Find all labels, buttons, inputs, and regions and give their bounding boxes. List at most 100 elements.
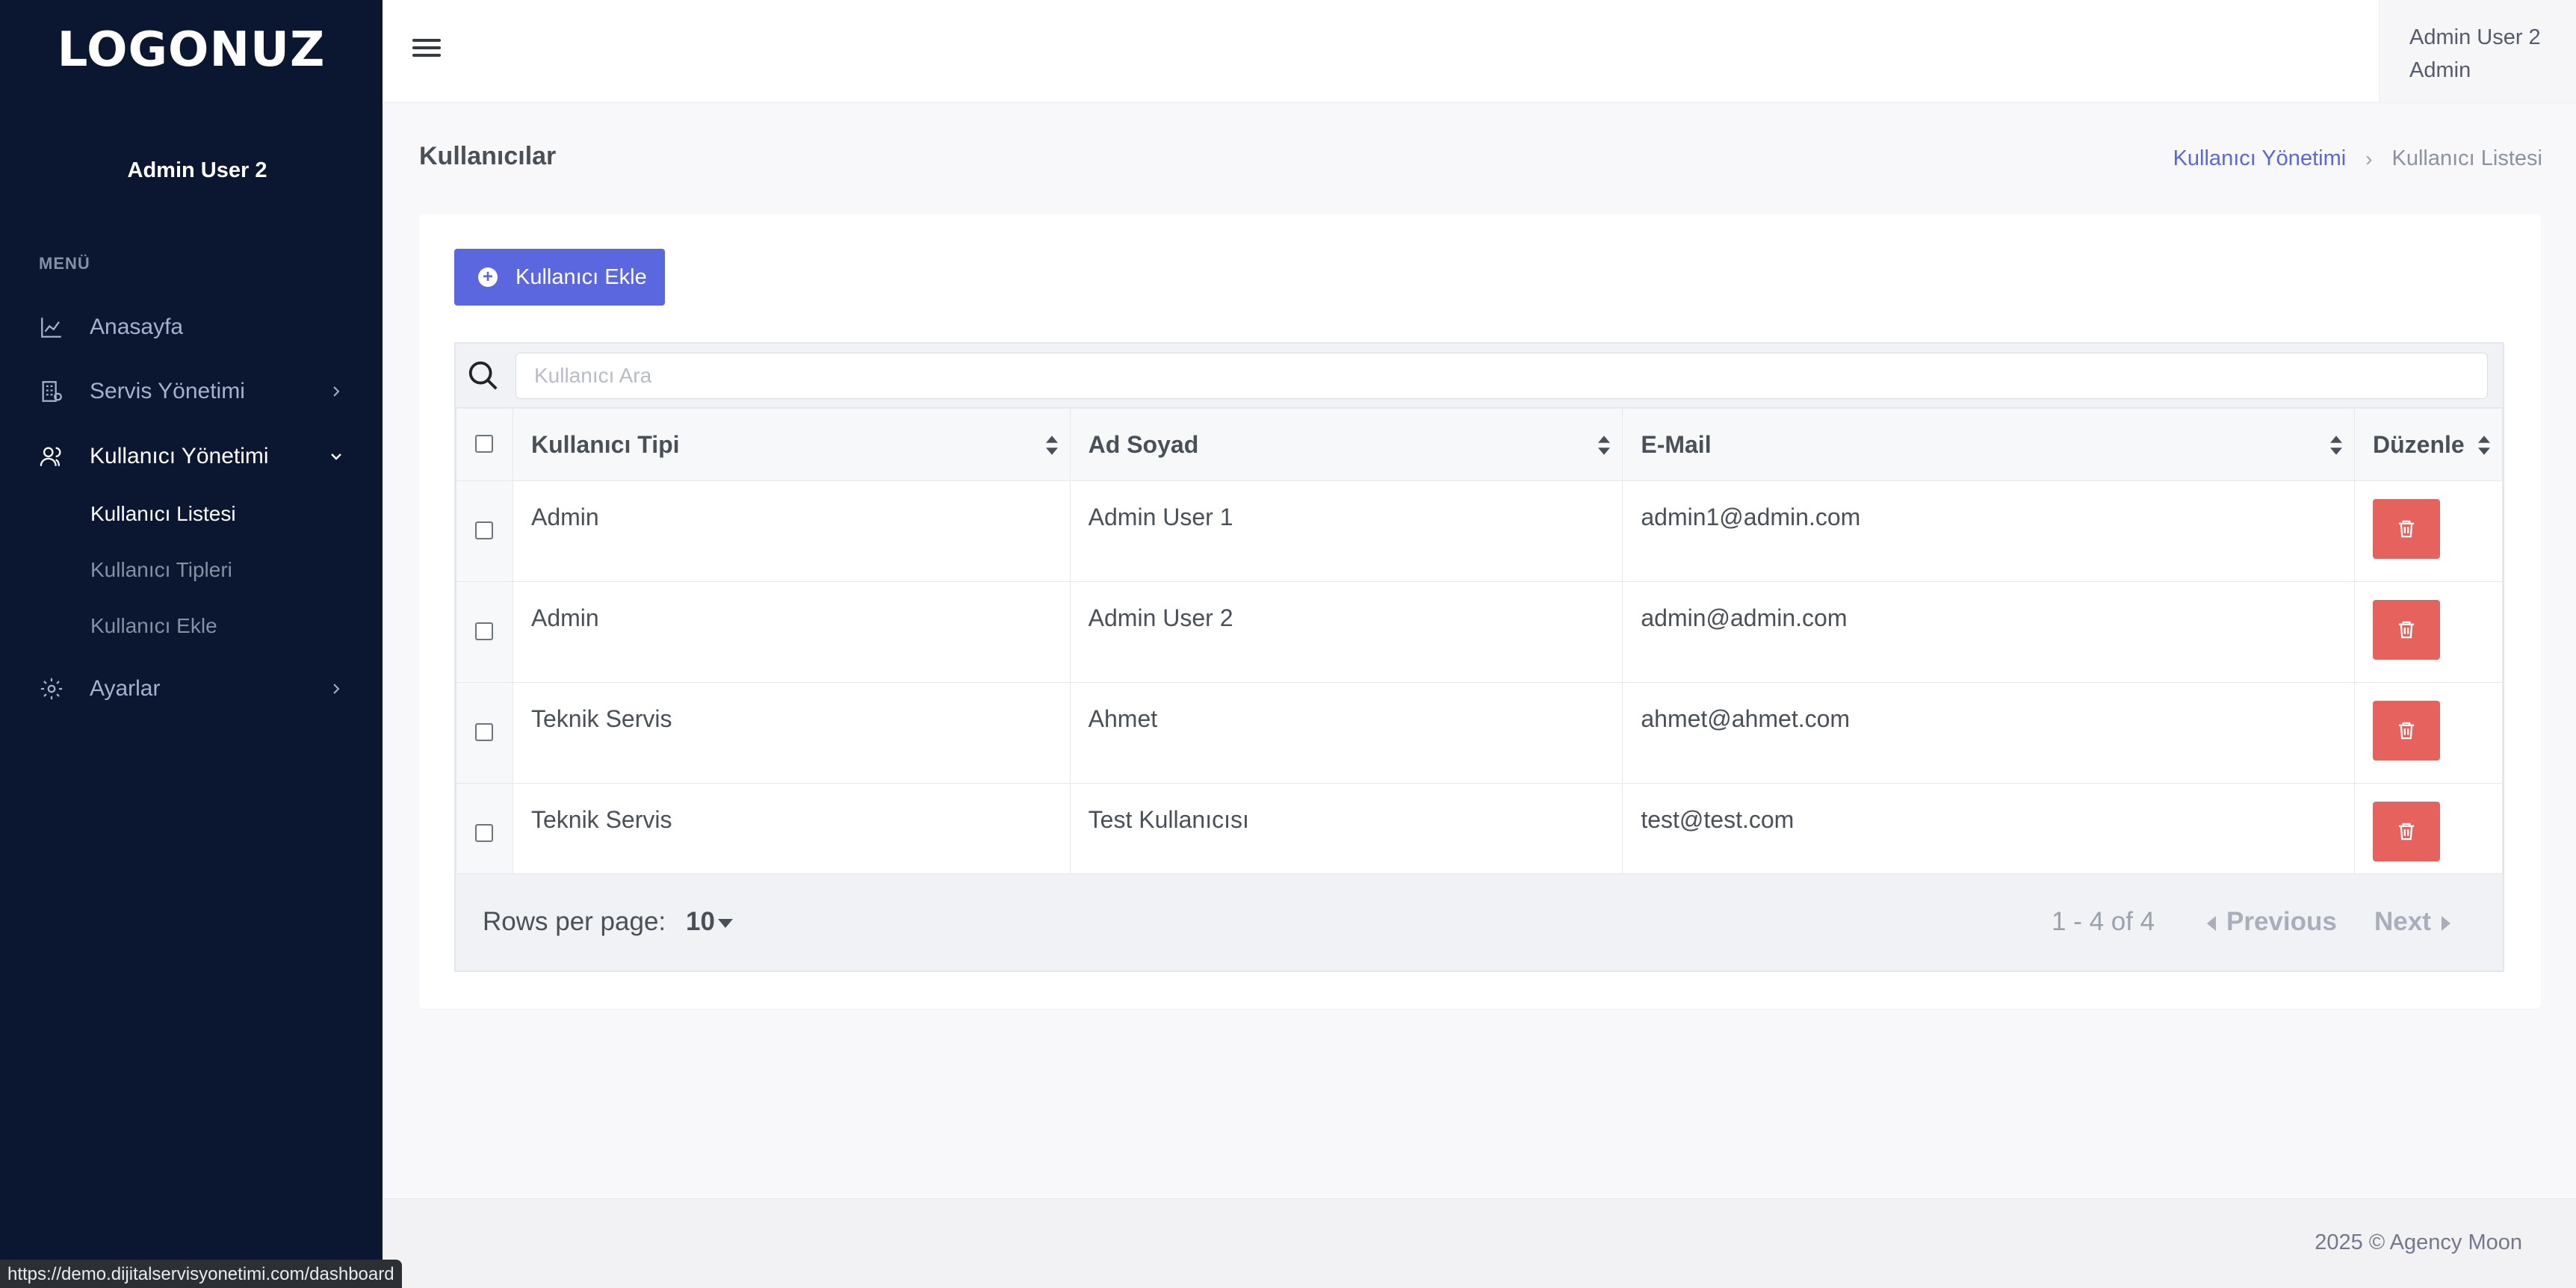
rows-per-page-select[interactable]: 10 xyxy=(686,907,733,937)
menu-title: MENÜ xyxy=(39,254,90,273)
row-checkbox[interactable] xyxy=(475,722,494,741)
next-label: Next xyxy=(2374,907,2431,936)
table-row: Teknik Servis Ahmet ahmet@ahmet.com xyxy=(456,682,2504,784)
user-menu[interactable]: Admin User 2 Admin xyxy=(2379,0,2576,102)
footer-text: 2025 © Agency Moon xyxy=(2315,1230,2522,1254)
sidebar-item-ayarlar[interactable]: Ayarlar xyxy=(39,666,345,711)
gear-icon xyxy=(39,676,64,702)
row-checkbox[interactable] xyxy=(475,521,494,539)
cell-email: admin1@admin.com xyxy=(1622,480,2355,582)
trash-icon xyxy=(2398,520,2415,538)
rows-per-page-value: 10 xyxy=(686,907,715,936)
cell-type: Teknik Servis xyxy=(512,682,1071,784)
users-card: + Kullanıcı Ekle Kullanıcı Tipi Ad Soyad xyxy=(419,214,2541,1009)
caret-left-icon xyxy=(2207,915,2216,931)
caret-down-icon xyxy=(717,918,733,928)
table-row: Teknik Servis Test Kullanıcısı test@test… xyxy=(456,783,2504,885)
caret-right-icon xyxy=(2441,915,2450,931)
sort-icon[interactable] xyxy=(1598,436,1611,455)
row-checkbox[interactable] xyxy=(475,622,494,640)
select-all-cell xyxy=(456,408,513,481)
rows-per-page-label: Rows per page: xyxy=(483,907,666,936)
search-input[interactable] xyxy=(515,353,2488,399)
column-header-label: Düzenle xyxy=(2372,430,2465,458)
trash-icon xyxy=(2398,722,2415,740)
select-all-checkbox[interactable] xyxy=(475,434,494,453)
cell-actions xyxy=(2353,682,2504,784)
chevron-right-icon xyxy=(333,386,340,397)
sort-icon[interactable] xyxy=(1045,436,1058,455)
users-data-table: Kullanıcı Tipi Ad Soyad E-Mail Düzenle A… xyxy=(456,408,2504,885)
footer: 2025 © Agency Moon xyxy=(383,1198,2576,1288)
row-select-cell xyxy=(456,581,513,683)
sidebar-item-kullanici-yonetimi[interactable]: Kullanıcı Yönetimi xyxy=(39,434,345,479)
cell-type: Admin xyxy=(512,480,1071,582)
add-user-button[interactable]: + Kullanıcı Ekle xyxy=(454,249,665,306)
cell-type: Admin xyxy=(512,581,1071,683)
trash-icon xyxy=(2398,621,2415,639)
table-header-row: Kullanıcı Tipi Ad Soyad E-Mail Düzenle xyxy=(456,408,2504,481)
column-header-type[interactable]: Kullanıcı Tipi xyxy=(512,408,1071,481)
row-select-cell xyxy=(456,480,513,582)
users-table: Kullanıcı Tipi Ad Soyad E-Mail Düzenle xyxy=(454,342,2504,972)
building-icon xyxy=(39,379,64,404)
column-header-email[interactable]: E-Mail xyxy=(1622,408,2355,481)
previous-page-button[interactable]: Previous xyxy=(2207,907,2337,937)
delete-button[interactable] xyxy=(2372,600,2440,660)
sidebar-item-servis-yonetimi[interactable]: Servis Yönetimi xyxy=(39,369,345,414)
next-page-button[interactable]: Next xyxy=(2374,907,2450,937)
row-select-cell xyxy=(456,682,513,784)
chevron-right-icon xyxy=(333,684,340,694)
sidebar-item-label: Anasayfa xyxy=(90,315,184,339)
plus-circle-icon: + xyxy=(478,267,498,287)
add-user-label: Kullanıcı Ekle xyxy=(515,264,647,289)
cell-actions xyxy=(2353,480,2504,582)
column-header-label: E-Mail xyxy=(1641,430,1712,458)
logo[interactable]: LOGONUZ xyxy=(0,22,383,78)
hamburger-menu-icon[interactable] xyxy=(412,34,445,64)
row-checkbox[interactable] xyxy=(475,823,494,842)
delete-button[interactable] xyxy=(2372,802,2440,861)
cell-name: Admin User 2 xyxy=(1069,581,1623,683)
users-icon xyxy=(39,444,64,469)
sidebar-subitem-kullanici-ekle[interactable]: Kullanıcı Ekle xyxy=(90,614,217,638)
cell-actions xyxy=(2353,783,2504,885)
pagination-range: 1 - 4 of 4 xyxy=(2052,907,2155,936)
sidebar-item-label: Kullanıcı Yönetimi xyxy=(90,444,269,468)
sidebar-item-label: Servis Yönetimi xyxy=(90,379,245,403)
breadcrumb-current: Kullanıcı Listesi xyxy=(2391,146,2543,170)
cell-email: admin@admin.com xyxy=(1622,581,2355,683)
sidebar-user-name: Admin User 2 xyxy=(127,158,267,182)
delete-button[interactable] xyxy=(2372,701,2440,761)
sidebar-subitem-kullanici-tipleri[interactable]: Kullanıcı Tipleri xyxy=(90,558,232,582)
sidebar-item-label: Ayarlar xyxy=(90,676,161,701)
pagination-bar: Rows per page: 10 1 - 4 of 4 Previous Ne… xyxy=(456,873,2503,970)
delete-button[interactable] xyxy=(2372,499,2440,559)
cell-actions xyxy=(2353,581,2504,683)
status-bar-url: https://demo.dijitalservisyonetimi.com/d… xyxy=(0,1260,402,1288)
top-user-name: Admin User 2 xyxy=(2409,25,2541,49)
column-header-edit[interactable]: Düzenle xyxy=(2353,408,2504,481)
sort-icon[interactable] xyxy=(2478,436,2490,455)
sidebar-subitem-kullanici-listesi[interactable]: Kullanıcı Listesi xyxy=(90,502,236,526)
cell-email: ahmet@ahmet.com xyxy=(1622,682,2355,784)
chart-line-icon xyxy=(39,315,64,340)
breadcrumb: Kullanıcı Yönetimi › Kullanıcı Listesi xyxy=(2173,146,2542,171)
table-row: Admin Admin User 1 admin1@admin.com xyxy=(456,480,2504,582)
breadcrumb-separator-icon: › xyxy=(2365,146,2373,170)
sidebar-item-anasayfa[interactable]: Anasayfa xyxy=(39,305,345,350)
topbar: Admin User 2 Admin xyxy=(383,0,2576,102)
page-title: Kullanıcılar xyxy=(419,142,557,170)
sort-icon[interactable] xyxy=(2329,436,2342,455)
breadcrumb-parent-link[interactable]: Kullanıcı Yönetimi xyxy=(2173,146,2347,171)
column-header-name[interactable]: Ad Soyad xyxy=(1069,408,1623,481)
column-header-label: Ad Soyad xyxy=(1088,430,1199,458)
column-header-label: Kullanıcı Tipi xyxy=(530,430,680,458)
cell-email: test@test.com xyxy=(1622,783,2355,885)
cell-name: Test Kullanıcısı xyxy=(1069,783,1623,885)
sidebar: LOGONUZ Admin User 2 MENÜ Anasayfa Servi… xyxy=(0,0,383,1288)
search-icon xyxy=(468,361,498,390)
cell-type: Teknik Servis xyxy=(512,783,1071,885)
chevron-down-icon xyxy=(331,453,341,460)
trash-icon xyxy=(2398,823,2415,840)
